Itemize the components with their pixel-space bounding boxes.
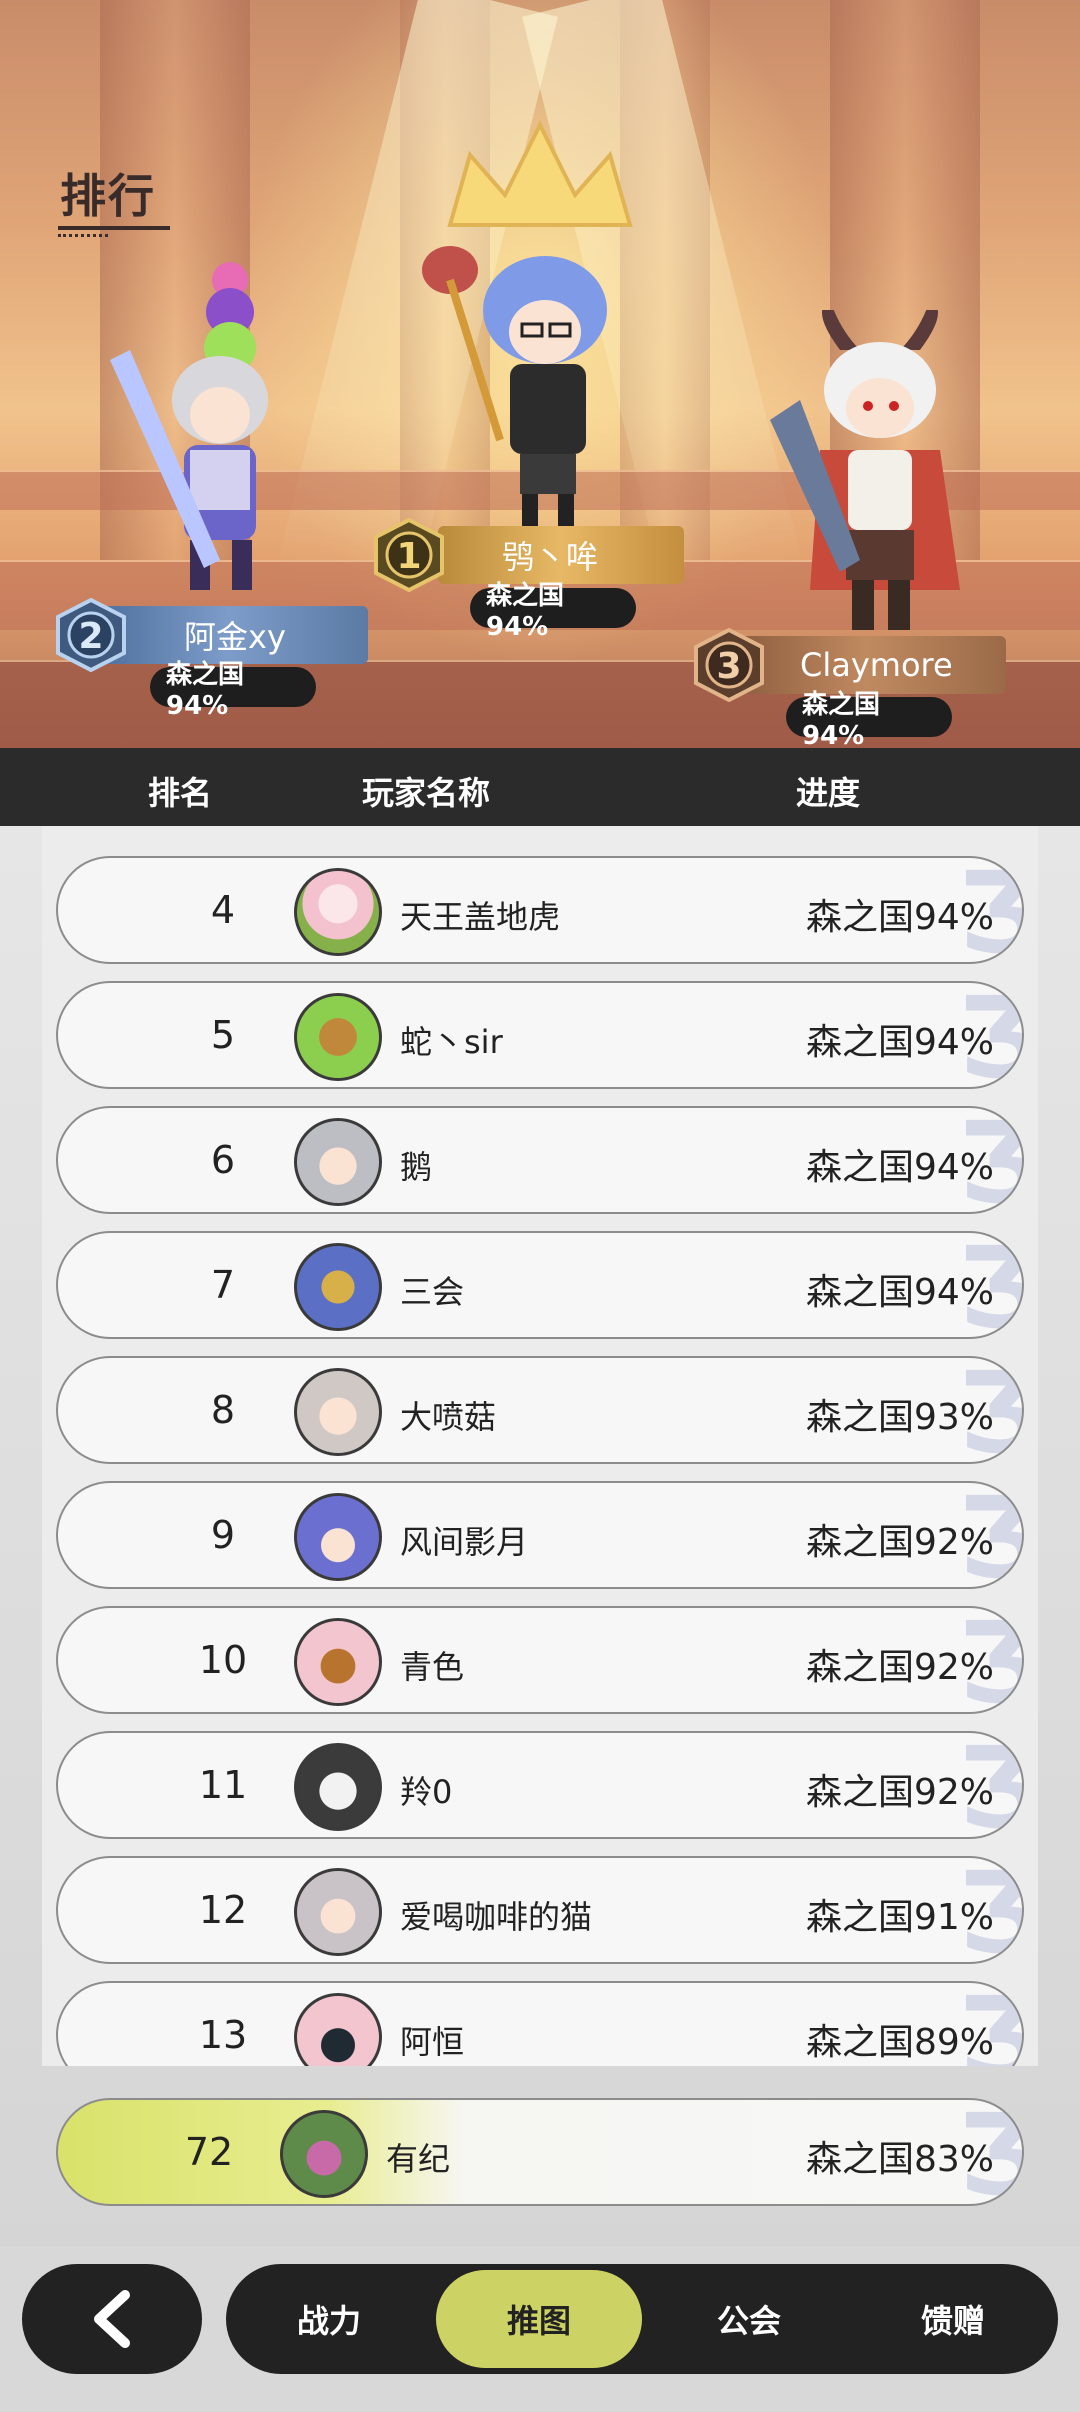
row-player-name: 阿恒: [400, 2023, 465, 2061]
my-progress: 森之国83%: [805, 2139, 994, 2180]
ranking-row[interactable]: Ʒ 9 风间影月 森之国92%: [56, 1481, 1024, 1589]
page-title: 排行: [60, 169, 156, 223]
column-progress-label: 进度: [796, 774, 861, 812]
rank-3-badge-icon: 3: [694, 628, 764, 702]
row-progress: 森之国94%: [805, 1272, 994, 1313]
rank-2-number: 2: [78, 616, 103, 657]
rank-3-character[interactable]: [750, 310, 980, 640]
ranking-row[interactable]: Ʒ 4 天王盖地虎 森之国94%: [56, 856, 1024, 964]
tab-gifts[interactable]: 馈赠: [850, 2264, 1056, 2374]
avatar[interactable]: [294, 1993, 382, 2066]
rank-1-badge-icon: 1: [374, 518, 444, 592]
row-progress: 森之国94%: [805, 897, 994, 938]
row-player-name: 青色: [400, 1648, 465, 1686]
row-player-name: 天王盖地虎: [400, 898, 561, 936]
row-progress: 森之国92%: [805, 1522, 994, 1563]
rank-1-number: 1: [396, 536, 421, 577]
chevron-left-icon: [94, 2290, 130, 2348]
row-progress: 森之国93%: [805, 1397, 994, 1438]
ranking-row[interactable]: Ʒ 10 青色 森之国92%: [56, 1606, 1024, 1714]
avatar[interactable]: [294, 1243, 382, 1331]
row-progress: 森之国92%: [805, 1772, 994, 1813]
row-progress: 森之国94%: [805, 1022, 994, 1063]
tab-power[interactable]: 战力: [226, 2264, 432, 2374]
ranking-row[interactable]: Ʒ 8 大喷菇 森之国93%: [56, 1356, 1024, 1464]
row-player-name: 爱喝咖啡的猫: [400, 1898, 593, 1936]
avatar[interactable]: [294, 1618, 382, 1706]
row-progress: 森之国94%: [805, 1147, 994, 1188]
ranking-row[interactable]: Ʒ 5 蛇丶sir 森之国94%: [56, 981, 1024, 1089]
avatar[interactable]: [294, 868, 382, 956]
rank-1-character[interactable]: [410, 240, 640, 540]
column-player-label: 玩家名称: [362, 774, 491, 812]
ranking-row[interactable]: Ʒ 11 羚0 森之国92%: [56, 1731, 1024, 1839]
ranking-list[interactable]: Ʒ 4 天王盖地虎 森之国94% Ʒ 5 蛇丶sir 森之国94% Ʒ 6 鹅 …: [42, 826, 1038, 2066]
podium-banner: 排行 鸮丶哞 1 森之国94% 阿金xy 2 森之国94% Claymore 3…: [0, 0, 1080, 748]
ranking-category-tabs: 战力 推图 公会 馈赠: [226, 2264, 1058, 2374]
row-player-name: 羚0: [400, 1773, 453, 1811]
podium-progress-rank-3: 森之国94%: [786, 690, 952, 748]
ranking-row[interactable]: Ʒ 12 爱喝咖啡的猫 森之国91%: [56, 1856, 1024, 1964]
rank-2-character[interactable]: [100, 250, 320, 610]
podium-name-rank-1[interactable]: 鸮丶哞: [408, 526, 684, 584]
podium-name-text: 鸮丶哞: [502, 538, 599, 576]
ranking-row[interactable]: Ʒ 13 阿恒 森之国89%: [56, 1981, 1024, 2066]
avatar[interactable]: [294, 1368, 382, 1456]
row-rank: 4: [210, 888, 236, 932]
ranking-column-header: 排名 玩家名称 进度: [0, 748, 1080, 826]
ranking-row[interactable]: Ʒ 7 三会 森之国94%: [56, 1231, 1024, 1339]
title-underline: [58, 226, 170, 230]
podium-progress-rank-2: 森之国94%: [150, 660, 316, 721]
row-progress: 森之国92%: [805, 1647, 994, 1688]
avatar[interactable]: [294, 1868, 382, 1956]
podium-name-text: Claymore: [800, 646, 953, 684]
podium-progress-rank-1: 森之国94%: [470, 581, 636, 642]
podium-name-text: 阿金xy: [184, 618, 286, 656]
crown-icon: [447, 120, 633, 227]
avatar[interactable]: [294, 1493, 382, 1581]
column-rank-label: 排名: [148, 774, 213, 812]
row-player-name: 三会: [400, 1273, 465, 1311]
row-rank: 6: [210, 1138, 236, 1182]
row-rank: 13: [198, 2013, 248, 2057]
row-rank: 9: [210, 1513, 236, 1557]
ranking-row[interactable]: Ʒ 6 鹅 森之国94%: [56, 1106, 1024, 1214]
row-rank: 7: [210, 1263, 236, 1307]
row-rank: 5: [210, 1013, 236, 1057]
avatar[interactable]: [280, 2110, 368, 2198]
row-player-name: 鹅: [400, 1148, 433, 1186]
my-player-name: 有纪: [386, 2140, 451, 2178]
back-button[interactable]: [22, 2264, 202, 2374]
row-rank: 11: [198, 1763, 248, 1807]
row-rank: 10: [198, 1638, 248, 1682]
row-progress: 森之国89%: [805, 2022, 994, 2063]
row-player-name: 风间影月: [400, 1523, 529, 1561]
title-dots: [58, 234, 108, 237]
row-player-name: 大喷菇: [400, 1398, 497, 1436]
rank-3-number: 3: [716, 646, 741, 687]
row-progress: 森之国91%: [805, 1897, 994, 1938]
tab-guild[interactable]: 公会: [646, 2264, 852, 2374]
avatar[interactable]: [294, 1118, 382, 1206]
tab-stage-progress[interactable]: 推图: [436, 2270, 642, 2368]
rank-2-badge-icon: 2: [56, 598, 126, 672]
row-rank: 12: [198, 1888, 248, 1932]
avatar[interactable]: [294, 993, 382, 1081]
row-rank: 8: [210, 1388, 236, 1432]
row-player-name: 蛇丶sir: [400, 1023, 503, 1061]
my-rank: 72: [184, 2130, 234, 2174]
avatar[interactable]: [294, 1743, 382, 1831]
my-ranking-row[interactable]: Ʒ 72 有纪 森之国83%: [56, 2098, 1024, 2206]
